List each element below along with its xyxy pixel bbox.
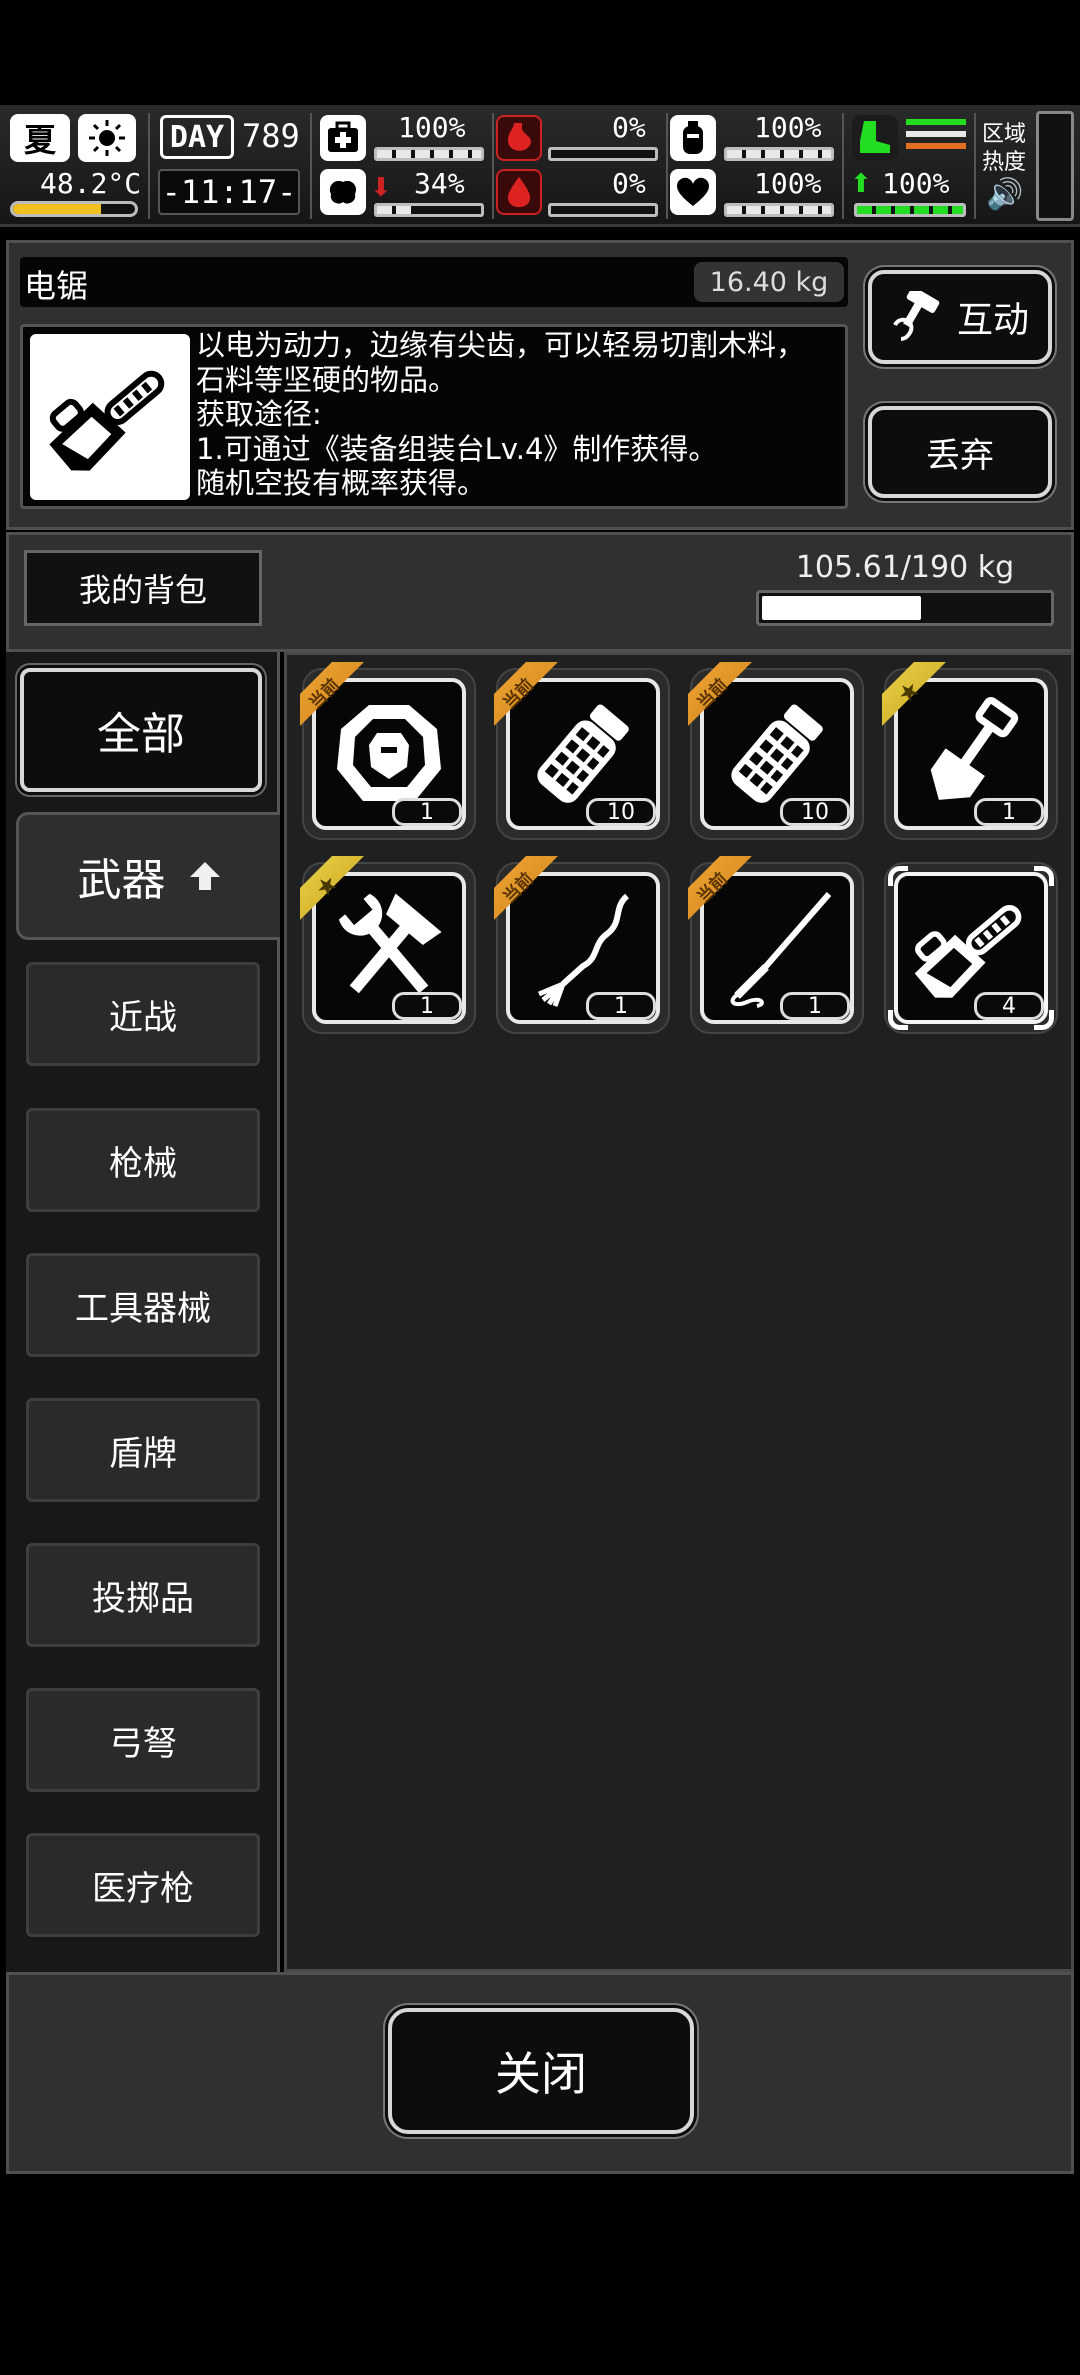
speaker-icon[interactable]: 🔊 [986,177,1023,212]
inventory-slot[interactable]: 当前 1 [688,856,864,1034]
inventory-slot-selected[interactable]: 4 [884,862,1058,1034]
inventory-slot[interactable]: ★ 1 [882,662,1058,840]
item-count: 4 [974,992,1044,1020]
hammer-hand-icon [891,291,943,343]
item-count: 1 [780,992,850,1020]
water-bottle-icon [670,115,716,161]
medkit-icon [320,115,366,161]
sanity-percent: 34% [414,167,465,200]
speed-stripe-white [906,131,966,137]
tab-all[interactable]: 全部 [20,668,262,792]
bag-title: 我的背包 [24,550,262,626]
subtab-shields[interactable]: 盾牌 [26,1398,260,1502]
heart-icon [670,169,716,215]
water-bar [724,147,834,161]
temperature-gauge [10,201,138,217]
sun-icon [78,114,136,162]
hunger-bar [548,147,658,161]
blood-drop-icon [496,169,542,215]
bag-capacity-text: 105.61/190 kg [795,550,1015,585]
stamina-bar [854,203,966,217]
close-button[interactable]: 关闭 [388,2008,694,2134]
inventory-slot[interactable]: 当前 1 [300,662,476,840]
item-count: 10 [586,798,656,826]
zone-heat-gauge [1036,111,1074,221]
subtab-medical-guns[interactable]: 医疗枪 [26,1833,260,1937]
subtab-firearms[interactable]: 枪械 [26,1108,260,1212]
item-weight: 16.40 kg [694,262,844,302]
item-count: 1 [392,798,462,826]
subtab-bows[interactable]: 弓弩 [26,1688,260,1792]
item-count: 1 [392,992,462,1020]
stomach-icon [496,115,542,161]
item-description: 以电为动力，边缘有尖齿，可以轻易切割木料， 石料等坚硬的物品。 获取途径: 1.… [196,328,806,500]
subtab-throwables[interactable]: 投掷品 [26,1543,260,1647]
sanity-bar [374,203,484,217]
item-count: 1 [586,992,656,1020]
status-hud: 夏 48.2°C DAY 789 -11:17- 100% ⬇ 34% 0% 0… [0,105,1080,227]
game-screen: 夏 48.2°C DAY 789 -11:17- 100% ⬇ 34% 0% 0… [0,0,1080,2375]
discard-button[interactable]: 丢弃 [868,406,1052,498]
blood-bar [548,203,658,217]
boot-icon [852,115,898,161]
brain-icon [320,169,366,215]
speed-stripe-green [906,119,966,125]
temperature-readout: 48.2°C [40,167,142,200]
inventory-slot[interactable]: 当前 10 [688,662,864,840]
item-count: 10 [780,798,850,826]
subtab-tools[interactable]: 工具器械 [26,1253,260,1357]
stamina-percent: 100% [882,167,950,200]
health-bar [374,147,484,161]
inventory-slot[interactable]: ★ 1 [300,856,476,1034]
speed-stripe-orange [906,143,966,149]
collapse-up-arrow-icon [188,859,222,893]
heart-percent: 100% [754,167,822,200]
inventory-grid [284,652,1074,1972]
blood-percent: 0% [612,167,646,200]
day-counter: 789 [242,117,300,155]
game-clock: -11:17- [158,169,300,215]
bag-capacity-bar [756,590,1054,626]
day-label: DAY [160,115,234,159]
inventory-slot[interactable]: 当前 1 [494,856,670,1034]
inventory-slot[interactable]: 当前 10 [494,662,670,840]
heart-bar [724,203,834,217]
health-percent: 100% [398,111,466,144]
tab-weapons[interactable]: 武器 [16,812,280,940]
chainsaw-icon [30,334,190,500]
item-count: 1 [974,798,1044,826]
season-badge: 夏 [10,114,70,162]
subtab-melee[interactable]: 近战 [26,962,260,1066]
water-percent: 100% [754,111,822,144]
item-name: 电锯 [24,267,89,305]
interact-button[interactable]: 互动 [868,270,1052,364]
hunger-percent: 0% [612,111,646,144]
stamina-up-arrow-icon: ⬆ [850,169,872,199]
zone-heat-label: 区域 热度 [982,122,1027,175]
sanity-down-arrow-icon: ⬇ [370,173,392,203]
